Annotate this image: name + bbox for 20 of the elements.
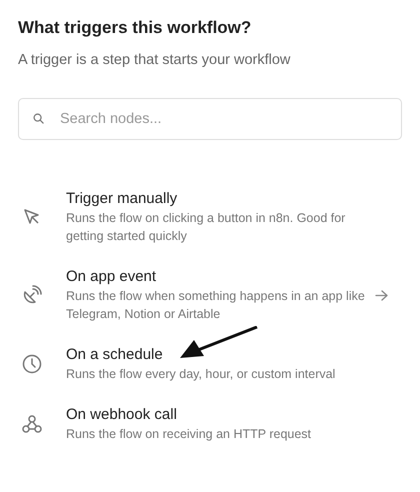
webhook-icon [21,413,43,435]
clock-icon [21,353,43,375]
option-description: Runs the flow every day, hour, or custom interval [66,366,336,383]
option-title: Trigger manually [66,189,178,209]
arrow-right-icon [374,290,388,300]
trigger-option[interactable]: Trigger manually Runs the flow on clicking a button in n8n. Good for getting started quickly [18,189,402,245]
panel-title: What triggers this workflow? [18,17,252,39]
satellite-dish-icon [21,284,43,306]
search-field[interactable]: Search nodes... [18,98,402,140]
option-title: On webhook call [66,405,177,425]
option-title: On app event [66,267,156,287]
search-icon [33,113,44,124]
trigger-option[interactable]: On a schedule Runs the flow every day, hour, or custom interval [18,345,402,383]
trigger-option[interactable]: On app event Runs the flow when something happens in an app like Telegram, Notion or Airtable [18,267,402,323]
option-description: Runs the flow when something happens in an app like Telegram, Notion or Airtable [66,288,366,323]
trigger-option[interactable]: On webhook call Runs the flow on receiving an HTTP request [18,405,402,443]
option-title: On a schedule [66,345,163,365]
panel-subtitle: A trigger is a step that starts your workflow [18,51,292,70]
option-description: Runs the flow on clicking a button in n8n. Good for getting started quickly [66,210,346,245]
option-description: Runs the flow on receiving an HTTP request [66,426,312,443]
